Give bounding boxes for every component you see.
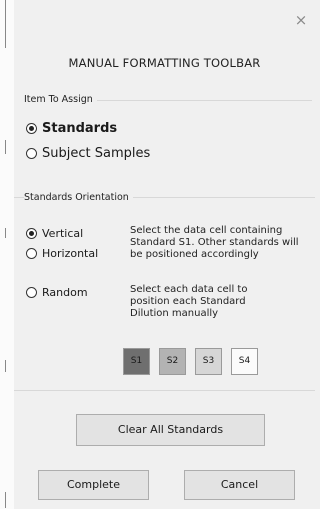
subject-samples-radio[interactable]: Subject Samples xyxy=(26,146,150,161)
random-radio-dot xyxy=(26,287,37,298)
vertical-radio[interactable]: Vertical xyxy=(26,227,83,240)
vertical-radio-dot xyxy=(26,228,37,239)
standard-s1-button[interactable]: S1 xyxy=(123,348,150,375)
random-description: Select each data cell to position each S… xyxy=(130,284,248,319)
item-to-assign-label: Item To Assign xyxy=(24,94,97,105)
standard-s3-button[interactable]: S3 xyxy=(195,348,222,375)
subject-samples-radio-label: Subject Samples xyxy=(42,146,151,161)
standards-radio[interactable]: Standards xyxy=(26,121,117,136)
standards-orientation-label: Standards Orientation xyxy=(24,192,133,203)
clear-all-standards-button[interactable]: Clear All Standards xyxy=(76,414,265,446)
standards-radio-label: Standards xyxy=(42,121,118,136)
horizontal-radio-label: Horizontal xyxy=(42,247,99,260)
standard-s2-button[interactable]: S2 xyxy=(159,348,186,375)
vertical-radio-label: Vertical xyxy=(42,227,84,240)
standards-divider-bottom xyxy=(14,390,315,391)
cancel-button[interactable]: Cancel xyxy=(184,470,295,500)
complete-button[interactable]: Complete xyxy=(38,470,149,500)
manual-formatting-dialog: × MANUAL FORMATTING TOOLBAR Item To Assi… xyxy=(14,0,315,509)
close-icon[interactable]: × xyxy=(291,10,311,30)
random-radio[interactable]: Random xyxy=(26,286,88,299)
horizontal-radio[interactable]: Horizontal xyxy=(26,247,98,260)
random-radio-label: Random xyxy=(42,286,88,299)
vertical-horizontal-description: Select the data cell containing Standard… xyxy=(130,225,299,260)
standard-s4-button[interactable]: S4 xyxy=(231,348,258,375)
horizontal-radio-dot xyxy=(26,248,37,259)
left-window-edge xyxy=(0,0,14,509)
standards-radio-dot xyxy=(26,123,37,134)
dialog-title: MANUAL FORMATTING TOOLBAR xyxy=(68,56,261,70)
subject-samples-radio-dot xyxy=(26,148,37,159)
